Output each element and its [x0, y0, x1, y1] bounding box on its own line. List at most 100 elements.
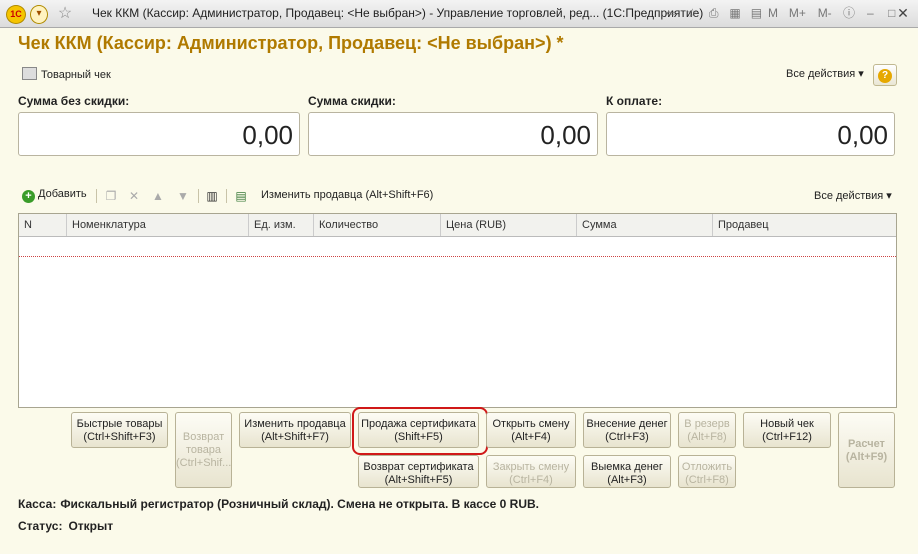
add-button[interactable]: + Добавить — [22, 188, 87, 203]
info-icon[interactable]: ⓘ — [840, 5, 858, 21]
return-goods-label: Возврат — [182, 431, 225, 443]
status-value: Открыт — [68, 519, 114, 533]
kassa-value: Фискальный регистратор (Розничный склад)… — [60, 497, 539, 511]
open-shift-label: Открыть смену — [492, 418, 570, 430]
close-shift-button[interactable]: Закрыть смену (Ctrl+F4) — [486, 455, 576, 488]
memory-buttons: M M+ M- — [764, 5, 837, 21]
sum-without-discount-label: Сумма без скидки: — [18, 94, 130, 108]
withdraw-label: Выемка денег — [591, 461, 663, 473]
quick-goods-button[interactable]: Быстрые товары (Ctrl+Shift+F3) — [71, 412, 168, 448]
change-seller-link[interactable]: Изменить продавца (Alt+Shift+F6) — [261, 189, 433, 201]
postpone-label: Отложить — [681, 461, 733, 473]
change-seller-label: Изменить продавца — [244, 418, 346, 430]
help-button[interactable]: ? — [873, 64, 897, 86]
close-shift-shortcut: (Ctrl+F4) — [509, 474, 553, 486]
printer-icon — [22, 67, 37, 80]
to-pay-field[interactable]: 0,00 — [606, 112, 895, 156]
withdraw-money-button[interactable]: Выемка денег (Alt+F3) — [583, 455, 671, 488]
quick-goods-label: Быстрые товары — [76, 418, 163, 430]
page-title: Чек ККМ (Кассир: Администратор, Продавец… — [18, 33, 564, 53]
print-button-label: Товарный чек — [41, 69, 111, 81]
reserve-shortcut: (Alt+F8) — [687, 431, 727, 443]
reserve-label: В резерв — [684, 418, 730, 430]
status-info: Статус: Открыт — [18, 519, 113, 533]
return-goods-shortcut: (Ctrl+Shif... — [176, 457, 232, 469]
open-shift-button[interactable]: Открыть смену (Alt+F4) — [486, 412, 576, 448]
calculator-icon[interactable]: ▦ — [726, 5, 744, 21]
toolbar-divider — [226, 189, 227, 203]
memory-minus-button[interactable]: M- — [813, 5, 837, 21]
quick-goods-shortcut: (Ctrl+Shift+F3) — [83, 431, 156, 443]
deposit-label: Внесение денег — [586, 418, 668, 430]
nav-icon[interactable]: ⇐ — [662, 5, 680, 21]
deposit-shortcut: (Ctrl+F3) — [605, 431, 649, 443]
status-label: Статус: — [18, 519, 63, 533]
print-button[interactable]: Товарный чек — [22, 67, 111, 81]
sum-without-discount-field[interactable]: 0,00 — [18, 112, 300, 156]
col-quantity[interactable]: Количество — [314, 214, 441, 236]
window-controls: ⓘ – □ — [840, 5, 901, 21]
change-seller-button[interactable]: Изменить продавца (Alt+Shift+F7) — [239, 412, 351, 448]
payment-button[interactable]: Расчет (Alt+F9) — [838, 412, 895, 488]
return-certificate-shortcut: (Alt+Shift+F5) — [384, 474, 453, 486]
col-price[interactable]: Цена (RUB) — [441, 214, 577, 236]
favorite-star-icon[interactable]: ☆ — [56, 5, 74, 22]
calendar-icon[interactable]: ▤ — [747, 5, 765, 21]
memory-m-button[interactable]: M — [764, 5, 782, 21]
postpone-shortcut: (Ctrl+F8) — [685, 474, 729, 486]
help-icon: ? — [878, 68, 892, 83]
close-icon[interactable]: ✕ — [894, 4, 912, 22]
toolbar-divider — [96, 189, 97, 203]
col-unit[interactable]: Ед. изм. — [249, 214, 314, 236]
barcode-icon[interactable]: ▥ — [205, 189, 219, 203]
withdraw-shortcut: (Alt+F3) — [607, 474, 647, 486]
discount-sum-label: Сумма скидки: — [308, 94, 396, 108]
deposit-money-button[interactable]: Внесение денег (Ctrl+F3) — [583, 412, 671, 448]
table-row[interactable] — [19, 236, 896, 257]
new-check-label: Новый чек — [760, 418, 814, 430]
move-up-icon[interactable]: ▲ — [151, 189, 165, 203]
table-all-actions-menu[interactable]: Все действия ▾ — [814, 189, 892, 202]
postpone-button[interactable]: Отложить (Ctrl+F8) — [678, 455, 736, 488]
copy-icon[interactable]: ❐ — [104, 189, 118, 203]
add-button-label: Добавить — [38, 188, 87, 200]
payment-label: Расчет — [848, 438, 885, 450]
table-header: N Номенклатура Ед. изм. Количество Цена … — [19, 214, 896, 237]
payment-shortcut: (Alt+F9) — [845, 451, 888, 463]
close-shift-label: Закрыть смену — [492, 461, 570, 473]
title-tools: ⇐ ☆ ⎙ ▦ ▤ — [662, 5, 765, 21]
kassa-info: Касса: Фискальный регистратор (Розничный … — [18, 497, 539, 511]
return-certificate-button[interactable]: Возврат сертификата (Alt+Shift+F5) — [358, 455, 479, 488]
delete-icon[interactable]: ✕ — [127, 189, 141, 203]
link-icon[interactable]: ⎙ — [705, 5, 723, 21]
new-check-button[interactable]: Новый чек (Ctrl+F12) — [743, 412, 831, 448]
open-shift-shortcut: (Alt+F4) — [511, 431, 551, 443]
memory-plus-button[interactable]: M+ — [785, 5, 809, 21]
change-seller-icon[interactable]: ▤ — [234, 189, 248, 203]
return-goods-button[interactable]: Возврат товара (Ctrl+Shif... — [175, 412, 232, 488]
change-seller-shortcut: (Alt+Shift+F7) — [261, 431, 329, 443]
return-certificate-label: Возврат сертификата — [363, 461, 474, 473]
minimize-icon[interactable]: – — [861, 5, 879, 21]
kassa-label: Касса: — [18, 497, 57, 511]
add-icon: + — [22, 190, 35, 203]
to-pay-label: К оплате: — [606, 94, 663, 108]
new-check-shortcut: (Ctrl+F12) — [762, 431, 812, 443]
app-logo-icon[interactable]: 1С — [6, 5, 26, 24]
discount-sum-field[interactable]: 0,00 — [308, 112, 598, 156]
col-seller[interactable]: Продавец — [713, 214, 896, 236]
col-sum[interactable]: Сумма — [577, 214, 713, 236]
reserve-button[interactable]: В резерв (Alt+F8) — [678, 412, 736, 448]
all-actions-menu[interactable]: Все действия ▾ — [786, 67, 864, 80]
return-goods-label-2: товара — [185, 444, 222, 456]
window-titlebar: 1С ▾ ☆ Чек ККМ (Кассир: Администратор, П… — [0, 0, 918, 28]
goods-table[interactable]: N Номенклатура Ед. изм. Количество Цена … — [18, 213, 897, 408]
col-nomenclature[interactable]: Номенклатура — [67, 214, 249, 236]
col-n[interactable]: N — [19, 214, 67, 236]
toolbar-divider — [198, 189, 199, 203]
highlight-outline — [352, 407, 488, 455]
window-title: Чек ККМ (Кассир: Администратор, Продавец… — [92, 6, 704, 20]
favorites-icon[interactable]: ☆ — [683, 5, 701, 21]
app-menu-icon[interactable]: ▾ — [30, 5, 48, 24]
move-down-icon[interactable]: ▼ — [176, 189, 190, 203]
